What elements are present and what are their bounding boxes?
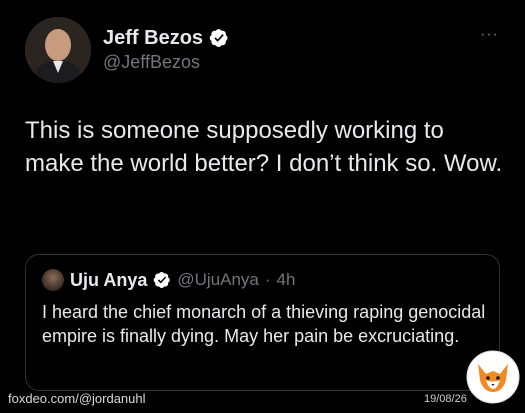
- quoted-author-handle[interactable]: @UjuAnya: [177, 270, 259, 290]
- author-name-row: Jeff Bezos: [103, 26, 229, 50]
- watermark-date: 19/08/26: [424, 393, 467, 405]
- more-options-icon[interactable]: ···: [480, 26, 499, 44]
- verified-badge-icon: [209, 29, 228, 47]
- quoted-tweet-text: I heard the chief monarch of a thieving …: [42, 302, 486, 346]
- quoted-author-name[interactable]: Uju Anya: [70, 270, 147, 291]
- author-display-name[interactable]: Jeff Bezos: [103, 26, 203, 50]
- quoted-author-avatar[interactable]: [42, 269, 64, 291]
- verified-badge-icon: [153, 271, 171, 289]
- author-handle[interactable]: @JeffBezos: [103, 52, 200, 73]
- watermark-source: foxdeo.com/@jordanuhl: [8, 391, 146, 406]
- author-avatar[interactable]: [25, 17, 91, 83]
- quoted-tweet[interactable]: Uju Anya @UjuAnya · 4h I heard the chief…: [25, 254, 500, 391]
- quoted-tweet-header: Uju Anya @UjuAnya · 4h: [42, 269, 295, 291]
- tweet-text: This is someone supposedly working to ma…: [25, 117, 503, 177]
- separator-dot: ·: [264, 270, 271, 289]
- fox-logo-icon: [466, 350, 520, 404]
- quoted-tweet-time[interactable]: 4h: [277, 270, 296, 290]
